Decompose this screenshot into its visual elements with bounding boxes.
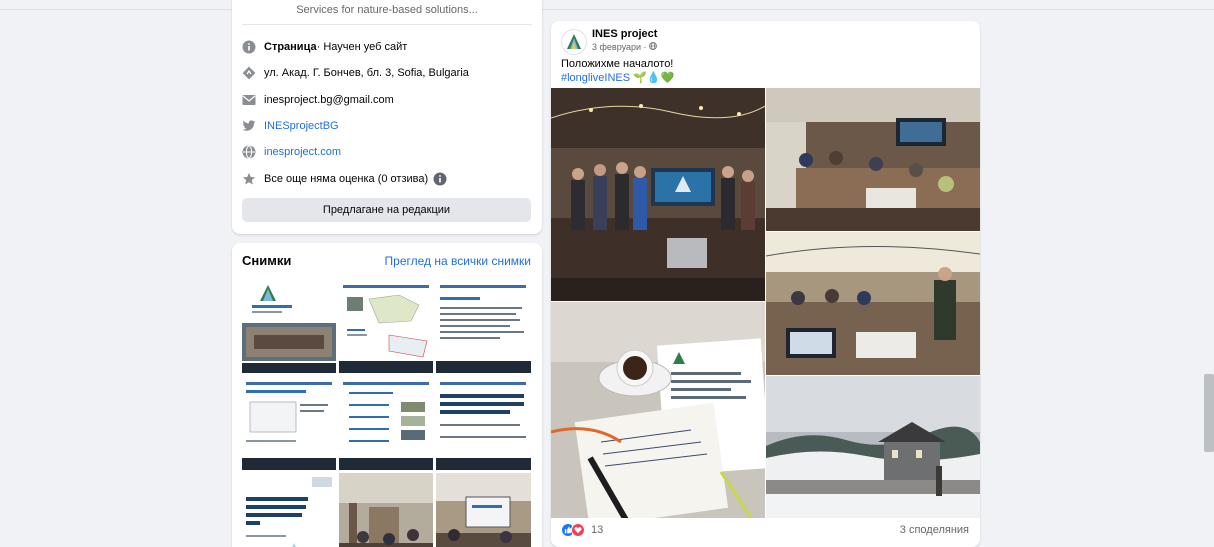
- address-text[interactable]: ул. Акад. Г. Бончев, бл. 3, Sofia, Bulga…: [264, 67, 469, 79]
- photo-thumbnail[interactable]: [436, 473, 531, 547]
- website-link[interactable]: inesproject.com: [264, 146, 341, 158]
- info-icon: [242, 40, 256, 54]
- divider: [242, 24, 532, 25]
- page-label: Страница: [264, 41, 317, 53]
- shares-count[interactable]: 3 споделяния: [900, 524, 969, 536]
- post-date-text: 3 февруари ·: [592, 42, 650, 52]
- photo-thumbnail[interactable]: [242, 473, 336, 547]
- post-author[interactable]: INES project: [592, 28, 657, 40]
- rating-row: Все още няма оценка (0 отзива): [242, 169, 447, 189]
- photo-thumbnail[interactable]: [242, 279, 336, 373]
- globe-small-icon: [649, 42, 657, 52]
- globe-icon: [242, 145, 256, 159]
- love-icon: [571, 523, 585, 537]
- mail-icon: [242, 93, 256, 107]
- photos-title: Снимки: [242, 253, 292, 268]
- reaction-count: 13: [591, 524, 604, 536]
- photo-thumbnail[interactable]: [339, 376, 433, 470]
- post-text: Положихме началото!: [561, 58, 674, 70]
- scrollbar-thumb[interactable]: [1204, 374, 1214, 452]
- email-row: inesproject.bg@gmail.com: [242, 90, 394, 110]
- photos-grid: [242, 279, 531, 547]
- photos-card: Снимки Преглед на всички снимки: [232, 243, 542, 547]
- photo-thumbnail[interactable]: [339, 279, 433, 373]
- ines-logo-icon: [567, 34, 581, 49]
- reactions-summary[interactable]: 13: [561, 523, 603, 537]
- post-photo-group[interactable]: [766, 88, 980, 231]
- twitter-row: INESprojectBG: [242, 116, 339, 136]
- intro-description-tail: Services for nature-based solutions...: [296, 4, 478, 16]
- post-photo-group[interactable]: [766, 376, 980, 518]
- star-icon: [242, 172, 256, 186]
- photo-thumbnail[interactable]: [339, 473, 433, 547]
- photo-thumbnail[interactable]: [242, 376, 336, 470]
- post-hashtag[interactable]: #longliveINES 🌱💧💚: [561, 71, 674, 84]
- page-avatar[interactable]: [561, 29, 587, 55]
- post-photo-group[interactable]: [766, 232, 980, 375]
- location-icon: [242, 66, 256, 80]
- page-category-row: Страница · Научен уеб сайт: [242, 37, 407, 57]
- email-text[interactable]: inesproject.bg@gmail.com: [264, 94, 394, 106]
- post-photo-group[interactable]: [551, 88, 765, 301]
- post-photo-group[interactable]: [551, 302, 765, 518]
- photo-thumbnail[interactable]: [436, 279, 531, 373]
- address-row: ул. Акад. Г. Бончев, бл. 3, Sofia, Bulga…: [242, 63, 469, 83]
- photo-thumbnail[interactable]: [436, 376, 531, 470]
- post-date[interactable]: 3 февруари ·: [592, 42, 657, 52]
- twitter-icon: [242, 119, 256, 133]
- post-card: INES project 3 февруари · Положихме нача…: [551, 21, 980, 547]
- info-icon[interactable]: [433, 172, 447, 186]
- rating-text: Все още няма оценка (0 отзива): [264, 173, 429, 185]
- website-row: inesproject.com: [242, 142, 341, 162]
- see-all-photos-link[interactable]: Преглед на всички снимки: [385, 254, 531, 268]
- intro-card: Services for nature-based solutions... С…: [232, 0, 542, 234]
- twitter-link[interactable]: INESprojectBG: [264, 120, 339, 132]
- suggest-edits-button[interactable]: Предлагане на редакции: [242, 198, 531, 222]
- page-category: · Научен уеб сайт: [316, 41, 408, 53]
- top-divider: [0, 0, 1214, 10]
